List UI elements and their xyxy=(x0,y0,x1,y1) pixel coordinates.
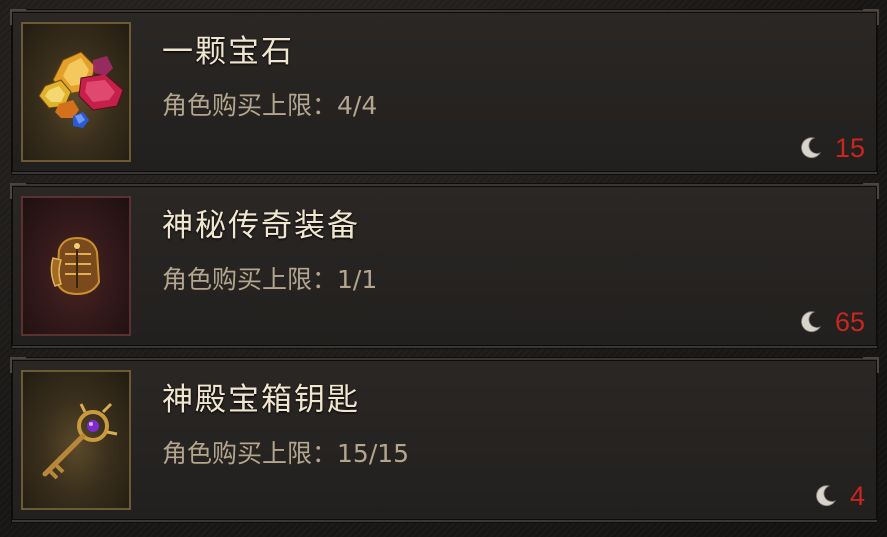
item-title: 一颗宝石 xyxy=(162,34,294,70)
item-title: 神秘传奇装备 xyxy=(162,208,360,244)
item-title: 神殿宝箱钥匙 xyxy=(162,382,360,418)
key-icon xyxy=(21,370,131,510)
purchase-limit: 角色购买上限：1/1 xyxy=(162,260,377,296)
purchase-limit-label: 角色购买上限： xyxy=(162,91,338,120)
price-value: 4 xyxy=(849,480,865,511)
purchase-limit-value: 4/4 xyxy=(337,91,378,120)
gems-icon xyxy=(21,22,131,162)
shop-item-key[interactable]: 神殿宝箱钥匙 角色购买上限：15/15 4 xyxy=(10,357,879,522)
crescent-moon-icon xyxy=(801,137,821,159)
purchase-limit: 角色购买上限：4/4 xyxy=(162,86,377,122)
price: 4 xyxy=(812,478,865,514)
purchase-limit: 角色购买上限：15/15 xyxy=(162,434,409,470)
gauntlet-icon xyxy=(21,196,131,336)
purchase-limit-label: 角色购买上限： xyxy=(162,265,338,294)
price-value: 15 xyxy=(834,132,865,163)
price: 65 xyxy=(797,304,865,340)
purchase-limit-value: 1/1 xyxy=(337,265,378,294)
purchase-limit-label: 角色购买上限： xyxy=(162,439,338,468)
purchase-limit-value: 15/15 xyxy=(337,439,410,468)
shop-item-gem[interactable]: 一颗宝石 角色购买上限：4/4 15 xyxy=(10,9,879,174)
shop-item-legendary[interactable]: 神秘传奇装备 角色购买上限：1/1 65 xyxy=(10,183,879,348)
crescent-moon-icon xyxy=(816,485,836,507)
price-value: 65 xyxy=(834,306,865,337)
crescent-moon-icon xyxy=(801,311,821,333)
price: 15 xyxy=(797,130,865,166)
